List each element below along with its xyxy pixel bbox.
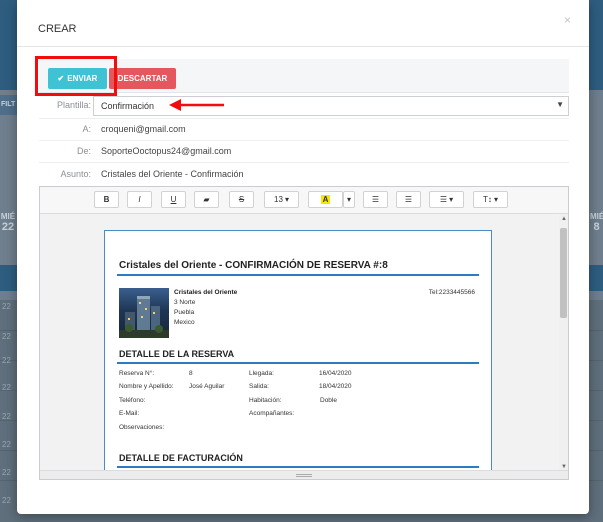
strikethrough-button[interactable]: S <box>229 191 254 208</box>
hotel-address-3: Mexico <box>174 319 195 326</box>
to-input[interactable]: croqueni@gmail.com <box>101 124 186 134</box>
document-title: Cristales del Oriente - CONFIRMACIÓN DE … <box>119 260 388 271</box>
hotel-address-2: Puebla <box>174 309 195 316</box>
departure-value: 18/04/2020 <box>319 383 352 390</box>
backdrop-row-num: 22 <box>2 356 11 365</box>
reservation-no-value: 8 <box>189 370 193 377</box>
departure-label: Salida: <box>249 383 269 390</box>
filter-tab: FILT <box>0 95 17 115</box>
hotel-building-icon <box>119 296 169 338</box>
backdrop-row-num: 22 <box>2 332 11 341</box>
ordered-list-icon[interactable]: ☰ <box>396 191 421 208</box>
rich-text-editor: B I U ▰ S 13 ▾ A ▾ ☰ ☰ ☰ ▾ T↕ ▾ Cristales d… <box>39 186 569 480</box>
underline-button[interactable]: U <box>161 191 186 208</box>
confirmation-document: Cristales del Oriente - CONFIRMACIÓN DE … <box>104 230 492 472</box>
template-select[interactable]: Confirmación ▼ <box>93 96 569 116</box>
scroll-thumb[interactable] <box>560 228 567 318</box>
hotel-address-1: 3 Norte <box>174 299 196 306</box>
reservation-no-label: Reserva N°: <box>119 370 155 377</box>
day-label-right: MIÉ 8 <box>590 212 603 233</box>
phone-label: Teléfono: <box>119 397 146 404</box>
text-style-dropdown[interactable]: T↕ ▾ <box>473 191 508 208</box>
billing-section-title: DETALLE DE FACTURACIÓN <box>119 453 243 463</box>
bold-button[interactable]: B <box>94 191 119 208</box>
discard-button[interactable]: DESCARTAR <box>109 68 176 89</box>
from-input[interactable]: SoporteOoctopus24@gmail.com <box>101 146 231 156</box>
subject-label: Asunto: <box>60 169 91 179</box>
backdrop-row-num: 22 <box>2 412 11 421</box>
editor-toolbar: B I U ▰ S 13 ▾ A ▾ ☰ ☰ ☰ ▾ T↕ ▾ <box>40 187 568 214</box>
scroll-up-icon[interactable]: ▲ <box>561 216 567 222</box>
backdrop-row-num: 22 <box>2 440 11 449</box>
notes-label: Observaciones: <box>119 424 165 431</box>
name-value: José Aguilar <box>189 383 225 390</box>
text-color-button[interactable]: A <box>308 191 343 208</box>
italic-button[interactable]: I <box>127 191 152 208</box>
arrival-label: Llegada: <box>249 370 274 377</box>
backdrop-row-num: 22 <box>2 468 11 477</box>
room-value: Doble <box>320 397 337 404</box>
email-label: E-Mail: <box>119 410 140 417</box>
close-icon[interactable]: × <box>564 13 571 27</box>
bullet-list-icon[interactable]: ☰ <box>363 191 388 208</box>
reservation-section-title: DETALLE DE LA RESERVA <box>119 349 235 359</box>
highlight-box <box>35 56 117 96</box>
editor-scrollbar[interactable]: ▲ ▼ <box>559 214 568 472</box>
day-label-left: MIÉ 22 <box>0 212 16 233</box>
name-label: Nombre y Apellido: <box>119 383 174 390</box>
template-label: Plantilla: <box>56 100 91 110</box>
to-label: A: <box>82 124 91 134</box>
compose-modal: CREAR × ✔ ENVIAR DESCARTAR Plantilla: Co… <box>17 0 589 514</box>
color-dropdown[interactable]: ▾ <box>343 191 355 208</box>
eraser-icon[interactable]: ▰ <box>194 191 219 208</box>
backdrop-row-num: 22 <box>2 383 11 392</box>
editor-resize-handle[interactable] <box>40 470 568 479</box>
grip-icon <box>296 474 312 477</box>
backdrop-row-num: 22 <box>2 302 11 311</box>
room-label: Habitación: <box>249 397 282 404</box>
align-dropdown[interactable]: ☰ ▾ <box>429 191 464 208</box>
backdrop-row-num: 22 <box>2 496 11 505</box>
title-rule <box>117 274 479 276</box>
subject-input[interactable]: Cristales del Oriente - Confirmación <box>101 169 244 179</box>
modal-divider <box>17 46 589 47</box>
hotel-image <box>119 288 169 338</box>
arrival-value: 16/04/2020 <box>319 370 352 377</box>
arrow-annotation-icon <box>169 99 224 111</box>
hotel-name: Cristales del Oriente <box>174 289 238 296</box>
from-label: De: <box>76 146 91 156</box>
chevron-down-icon: ▼ <box>556 100 564 109</box>
hotel-phone: Tel:2233445566 <box>428 289 475 296</box>
editor-content[interactable]: Cristales del Oriente - CONFIRMACIÓN DE … <box>40 214 568 472</box>
companions-label: Acompañantes: <box>249 410 295 417</box>
modal-title: CREAR <box>38 23 77 35</box>
font-size-dropdown[interactable]: 13 ▾ <box>264 191 299 208</box>
